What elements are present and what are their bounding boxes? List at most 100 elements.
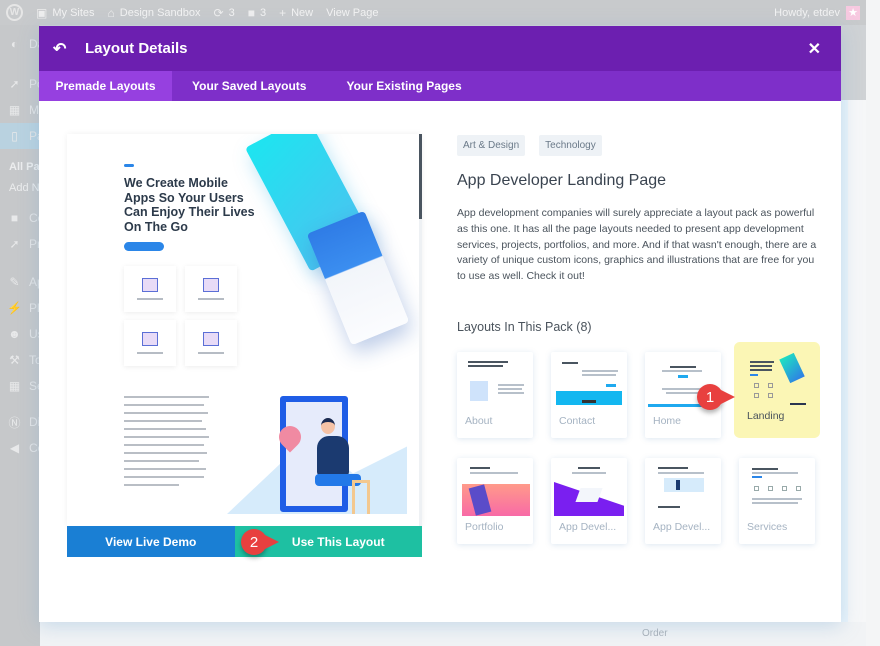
back-arrow-icon[interactable]: ↶ xyxy=(53,39,71,59)
preview-feature-card xyxy=(124,320,176,366)
mobile-apps-icon xyxy=(142,278,158,292)
thumb-preview-image xyxy=(742,351,812,405)
app-development-icon xyxy=(203,332,219,346)
preview-phone-graphic xyxy=(306,210,410,346)
preview-headline: We Create Mobile Apps So Your Users Can … xyxy=(124,176,255,234)
preview-feature-card xyxy=(185,320,237,366)
account-menu[interactable]: Howdy, etdev ★ xyxy=(774,5,860,20)
tag-art-design[interactable]: Art & Design xyxy=(457,135,526,156)
modal-title: Layout Details xyxy=(85,40,188,57)
tab-your-saved-layouts[interactable]: Your Saved Layouts xyxy=(172,71,326,101)
layout-title: App Developer Landing Page xyxy=(457,172,667,189)
my-sites-icon: ▣ xyxy=(36,5,48,20)
comments-icon: ■ xyxy=(247,5,255,20)
page-right-edge xyxy=(866,0,880,646)
new-content-link[interactable]: + New xyxy=(279,6,313,20)
preview-cta-button xyxy=(124,242,164,251)
wordpress-logo-icon[interactable]: W xyxy=(6,4,23,21)
background-content xyxy=(40,622,866,646)
layout-thumb-portfolio[interactable]: Portfolio xyxy=(457,458,533,544)
layout-thumb-label: Landing xyxy=(747,410,785,422)
my-sites-link[interactable]: ▣ My Sites xyxy=(36,6,95,20)
annotation-marker-2: 2 xyxy=(241,529,279,555)
card-caption xyxy=(137,298,163,300)
home-icon: ⌂ xyxy=(107,5,115,20)
pin-icon: ➚ xyxy=(9,77,20,91)
users-icon: ☻ xyxy=(8,327,21,341)
marker-number: 2 xyxy=(249,533,259,551)
user-experience-icon xyxy=(203,278,219,292)
layout-thumb-label: Portfolio xyxy=(465,521,504,533)
layout-details-modal: ↶ Layout Details ✕ Premade Layouts Your … xyxy=(39,26,841,622)
tools-icon: ⚒ xyxy=(9,353,20,367)
thumb-preview-image xyxy=(460,462,530,516)
layout-thumb-app-development-1[interactable]: App Devel... xyxy=(551,458,627,544)
preview-accent-bar xyxy=(124,164,134,167)
pages-icon: ▯ xyxy=(11,129,18,143)
view-live-demo-button[interactable]: View Live Demo xyxy=(67,526,235,557)
thumb-preview-image xyxy=(554,356,624,410)
visual-design-icon xyxy=(142,332,158,346)
thumb-preview-image xyxy=(460,356,530,410)
wp-admin-bar: W ▣ My Sites ⌂ Design Sandbox ⟳ 3 ■ 3 + New V… xyxy=(0,0,866,25)
card-caption xyxy=(198,298,224,300)
background-order-label: Order xyxy=(642,628,668,639)
site-name-label: Design Sandbox xyxy=(119,6,201,19)
preview-scrollbar-thumb[interactable] xyxy=(419,134,422,219)
tag-technology[interactable]: Technology xyxy=(539,135,602,156)
settings-icon: ▦ xyxy=(8,379,21,393)
layout-thumb-label: About xyxy=(465,415,493,427)
greeting-text: Howdy, etdev xyxy=(774,6,840,19)
background-right-panel xyxy=(840,100,866,646)
view-page-label: View Page xyxy=(326,6,379,19)
layout-thumb-services[interactable]: Services xyxy=(739,458,815,544)
pack-title: Layouts In This Pack (8) xyxy=(457,320,592,334)
annotation-marker-1: 1 xyxy=(697,384,735,410)
plugins-icon: ⚡ xyxy=(7,301,22,315)
layout-thumb-label: Services xyxy=(747,521,788,533)
modal-header: ↶ Layout Details ✕ xyxy=(39,26,841,71)
view-page-link[interactable]: View Page xyxy=(326,7,378,19)
marker-number: 1 xyxy=(705,388,715,406)
layout-thumb-landing[interactable]: Landing xyxy=(739,347,815,433)
layout-thumb-app-development-2[interactable]: App Devel... xyxy=(645,458,721,544)
site-name-link[interactable]: ⌂ Design Sandbox xyxy=(108,6,201,20)
layout-thumb-label: App Devel... xyxy=(559,521,617,533)
updates-icon: ⟳ xyxy=(213,5,224,20)
divi-icon: Ⓝ xyxy=(8,415,21,430)
preview-feature-card xyxy=(185,266,237,312)
updates-link[interactable]: ⟳ 3 xyxy=(214,6,235,20)
new-label: New xyxy=(291,6,314,19)
thumb-preview-image xyxy=(742,462,812,516)
avatar: ★ xyxy=(846,5,860,20)
card-caption xyxy=(198,352,224,354)
preview-scrollbar[interactable] xyxy=(419,134,422,526)
comments-count: 3 xyxy=(259,6,267,19)
pin-icon: ➚ xyxy=(9,237,20,251)
modal-tabs: Premade Layouts Your Saved Layouts Your … xyxy=(39,71,841,101)
layout-description: App development companies will surely ap… xyxy=(457,207,817,283)
layout-thumb-label: Home xyxy=(653,415,682,427)
wp-admin-sidebar: ◐Dashboard ➚Posts ▦Media ▯Pages All Page… xyxy=(0,25,109,646)
preview-body-text xyxy=(124,396,209,492)
layout-thumb-label: Contact xyxy=(559,415,596,427)
close-icon[interactable]: ✕ xyxy=(808,39,821,59)
tab-premade-layouts[interactable]: Premade Layouts xyxy=(39,71,172,101)
layout-preview[interactable]: We Create Mobile Apps So Your Users Can … xyxy=(67,134,422,526)
preview-illustration xyxy=(227,384,412,514)
updates-count: 3 xyxy=(228,6,235,19)
tab-your-existing-pages[interactable]: Your Existing Pages xyxy=(326,71,481,101)
preview-feature-card xyxy=(124,266,176,312)
thumb-preview-image xyxy=(648,462,718,516)
comments-icon: ■ xyxy=(10,211,19,225)
layout-thumb-contact[interactable]: Contact xyxy=(551,352,627,438)
layout-thumb-about[interactable]: About xyxy=(457,352,533,438)
media-icon: ▦ xyxy=(8,103,21,117)
plus-icon: + xyxy=(279,5,287,20)
my-sites-label: My Sites xyxy=(52,6,95,19)
appearance-icon: ✎ xyxy=(9,275,20,289)
comments-link[interactable]: ■ 3 xyxy=(248,6,266,20)
card-caption xyxy=(137,352,163,354)
collapse-icon: ◀ xyxy=(9,441,20,455)
thumb-preview-image xyxy=(554,462,624,516)
